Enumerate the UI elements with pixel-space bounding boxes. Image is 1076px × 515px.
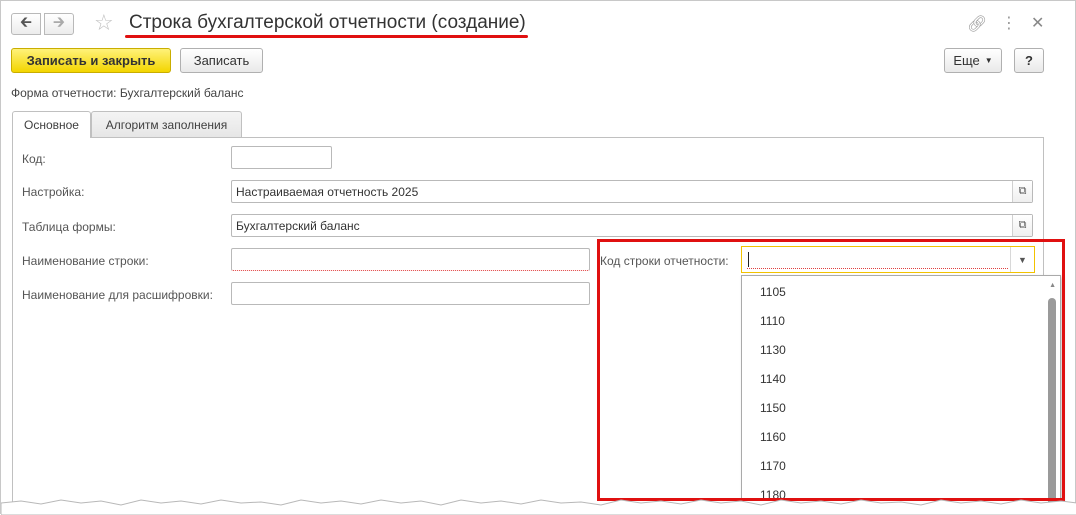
code-input[interactable] — [231, 146, 332, 169]
favorite-star-icon[interactable]: ☆ — [94, 10, 114, 36]
form-window: 🡰 🡲 ☆ Строка бухгалтерской отчетности (с… — [0, 0, 1076, 515]
link-icon[interactable]: 🔗︎ — [967, 14, 987, 34]
caret-down-icon: ▼ — [984, 56, 993, 65]
save-button[interactable]: Записать — [180, 48, 263, 73]
dropdown-option[interactable]: 1110 — [742, 307, 1060, 336]
form-caption: Форма отчетности: Бухгалтерский баланс — [11, 86, 244, 100]
scrollbar-thumb[interactable] — [1048, 298, 1056, 514]
open-form-table-button[interactable]: ⧉ — [1012, 215, 1032, 236]
dropdown-option[interactable]: 1150 — [742, 394, 1060, 423]
open-window-icon: ⧉ — [1018, 185, 1027, 197]
dropdown-option[interactable]: 1140 — [742, 365, 1060, 394]
code-label: Код: — [22, 152, 46, 166]
report-code-input[interactable]: ▼ — [741, 246, 1035, 273]
arrow-left-icon: 🡰 — [19, 13, 33, 31]
dropdown-option[interactable]: 1105 — [742, 278, 1060, 307]
form-table-label: Таблица формы: — [22, 220, 116, 234]
dropdown-option[interactable]: 1170 — [742, 452, 1060, 481]
more-vertical-icon[interactable]: ⋮ — [1001, 13, 1017, 33]
dropdown-toggle-button[interactable]: ▼ — [1010, 247, 1034, 272]
help-button[interactable]: ? — [1014, 48, 1044, 73]
settings-field[interactable]: Настраиваемая отчетность 2025 ⧉ — [231, 180, 1033, 203]
form-table-value: Бухгалтерский баланс — [236, 218, 360, 233]
tab-fill-algorithm[interactable]: Алгоритм заполнения — [91, 111, 242, 137]
dropdown-option[interactable]: 1160 — [742, 423, 1060, 452]
close-icon[interactable]: ✕ — [1031, 13, 1044, 33]
settings-value: Настраиваемая отчетность 2025 — [236, 184, 419, 199]
scroll-up-icon[interactable]: ▲ — [1049, 282, 1056, 289]
row-name-label: Наименование строки: — [22, 254, 149, 268]
tab-main[interactable]: Основное — [12, 111, 91, 138]
arrow-right-icon: 🡲 — [52, 13, 66, 31]
torn-edge — [1, 499, 1076, 515]
more-label: Еще — [953, 53, 980, 68]
nav-forward-button[interactable]: 🡲 — [44, 13, 74, 35]
required-underline — [747, 268, 1008, 269]
nav-back-button[interactable]: 🡰 — [11, 13, 41, 35]
form-table-field[interactable]: Бухгалтерский баланс ⧉ — [231, 214, 1033, 237]
window-title: Строка бухгалтерской отчетности (создани… — [129, 12, 526, 33]
text-caret — [748, 252, 749, 267]
title-highlight-underline — [125, 35, 528, 38]
caret-down-icon: ▼ — [1018, 254, 1027, 265]
decode-name-label: Наименование для расшифровки: — [22, 288, 213, 302]
settings-label: Настройка: — [22, 185, 85, 199]
row-name-input[interactable] — [231, 248, 590, 271]
report-code-dropdown-list: 1105 1110 1130 1140 1150 1160 1170 1180 … — [741, 275, 1061, 515]
open-settings-button[interactable]: ⧉ — [1012, 181, 1032, 202]
open-window-icon: ⧉ — [1018, 219, 1027, 231]
save-and-close-button[interactable]: Записать и закрыть — [11, 48, 171, 73]
decode-name-input[interactable] — [231, 282, 590, 305]
dropdown-option[interactable]: 1130 — [742, 336, 1060, 365]
more-menu-button[interactable]: Еще ▼ — [944, 48, 1002, 73]
report-code-label: Код строки отчетности: — [600, 254, 729, 268]
